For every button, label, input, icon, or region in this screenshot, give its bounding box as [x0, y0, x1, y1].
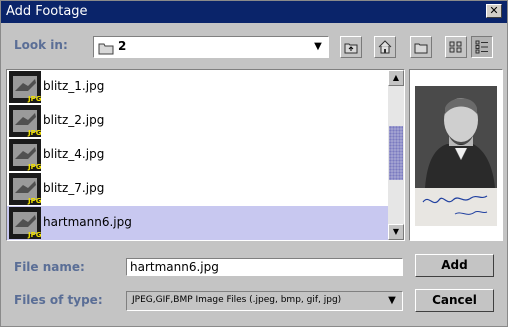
jpg-file-icon: JPG	[9, 71, 42, 103]
scrollbar-thumb[interactable]	[389, 126, 403, 180]
jpg-badge: JPG	[27, 231, 41, 239]
jpg-file-icon: JPG	[9, 207, 42, 239]
jpg-file-icon: JPG	[9, 139, 42, 171]
file-name: blitz_7.jpg	[43, 181, 105, 195]
jpg-file-icon: JPG	[9, 173, 42, 205]
file-name: blitz_2.jpg	[43, 113, 105, 127]
file-row[interactable]: JPG blitz_4.jpg	[7, 138, 388, 172]
scroll-up-button[interactable]: ▲	[388, 70, 404, 86]
file-row[interactable]: JPG blitz_2.jpg	[7, 104, 388, 138]
chevron-down-icon[interactable]: ▼	[310, 39, 326, 55]
title-bar[interactable]: Add Footage ✕	[1, 1, 507, 23]
list-view-button[interactable]	[445, 36, 467, 58]
file-name: blitz_4.jpg	[43, 147, 105, 161]
file-row-selected[interactable]: JPG hartmann6.jpg	[7, 206, 388, 240]
look-in-dropdown[interactable]: 2 ▼	[93, 36, 329, 58]
file-name-input[interactable]: hartmann6.jpg	[126, 258, 403, 276]
add-button[interactable]: Add	[415, 254, 494, 277]
file-list[interactable]: JPG blitz_1.jpg JPG blitz_2.jpg JPG blit…	[6, 69, 405, 241]
portrait-photo	[415, 86, 497, 226]
image-preview	[409, 69, 503, 241]
jpg-badge: JPG	[27, 163, 41, 171]
look-in-value: 2	[118, 39, 127, 53]
add-footage-dialog: Add Footage ✕ Look in: 2 ▼ JPG blitz_1.j…	[0, 0, 508, 327]
chevron-down-icon[interactable]: ▼	[384, 293, 400, 309]
file-name: blitz_1.jpg	[43, 79, 105, 93]
file-row[interactable]: JPG blitz_7.jpg	[7, 172, 388, 206]
vertical-scrollbar[interactable]: ▲ ▼	[388, 70, 404, 240]
jpg-badge: JPG	[27, 95, 41, 103]
scroll-down-button[interactable]: ▼	[388, 224, 404, 240]
files-of-type-dropdown[interactable]: JPEG,GIF,BMP Image Files (.jpeg, bmp, gi…	[126, 291, 403, 311]
jpg-file-icon: JPG	[9, 105, 42, 137]
cancel-button[interactable]: Cancel	[415, 289, 494, 312]
look-in-label: Look in:	[14, 38, 68, 52]
up-one-level-button[interactable]	[340, 36, 362, 58]
close-button[interactable]: ✕	[486, 4, 502, 18]
file-name: hartmann6.jpg	[43, 215, 132, 229]
details-view-button[interactable]	[471, 36, 493, 58]
new-folder-button[interactable]	[410, 36, 432, 58]
home-button[interactable]	[374, 36, 396, 58]
file-name-label: File name:	[14, 260, 85, 274]
window-title: Add Footage	[6, 4, 88, 19]
jpg-badge: JPG	[27, 129, 41, 137]
folder-icon	[98, 40, 114, 59]
files-of-type-value: JPEG,GIF,BMP Image Files (.jpeg, bmp, gi…	[132, 295, 342, 305]
file-row[interactable]: JPG blitz_1.jpg	[7, 70, 388, 104]
files-of-type-label: Files of type:	[14, 293, 103, 307]
jpg-badge: JPG	[27, 197, 41, 205]
